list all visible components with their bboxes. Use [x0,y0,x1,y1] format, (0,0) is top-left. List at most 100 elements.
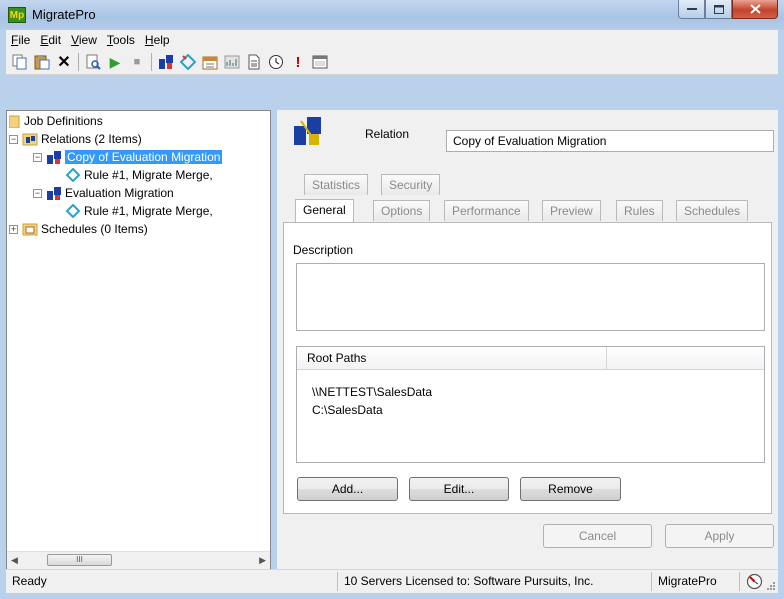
tab-schedules[interactable]: Schedules [676,200,749,221]
cancel-button[interactable]: Cancel [543,524,652,548]
stop-button[interactable]: ■ [128,53,146,71]
report-button[interactable] [223,53,241,71]
root-paths-list[interactable]: Root Paths \\NETTEST\SalesData C:\SalesD… [296,346,765,463]
root-paths-header: Root Paths [297,347,764,370]
status-text: Ready [12,574,47,588]
minimize-icon [686,8,697,10]
alert-icon: ! [295,53,301,71]
run-button[interactable]: ▶ [106,53,124,71]
collapse-toggle[interactable]: − [33,188,42,198]
root-paths-column-header[interactable]: Root Paths [297,347,607,369]
tree-node-job-definitions[interactable]: Job Definitions [9,113,103,129]
new-rule-button[interactable] [179,53,197,71]
resize-grip-icon[interactable] [766,581,776,591]
migratepro-app-icon[interactable]: Mp [8,7,26,23]
tree-node-rule[interactable]: Rule #1, Migrate Merge, [65,203,213,219]
status-bar: Ready 10 Servers Licensed to: Software P… [6,569,778,593]
document-button[interactable] [245,53,263,71]
menu-help[interactable]: Help [140,33,175,47]
collapse-toggle[interactable]: − [33,152,42,162]
paste-button[interactable] [33,53,51,71]
delete-icon: ✕ [57,54,71,71]
tree-node-relations[interactable]: − Relations (2 Items) [9,131,142,147]
edit-root-path-button[interactable]: Edit... [409,477,509,501]
run-icon: ▶ [109,53,121,70]
list-item[interactable]: C:\SalesData [312,403,383,417]
copy-icon [12,54,27,70]
tree-node-label-selected: Copy of Evaluation Migration [65,150,223,164]
description-label: Description [293,243,354,257]
preview-button[interactable] [84,53,102,71]
tab-performance[interactable]: Performance [444,200,529,221]
scroll-right-arrow-icon[interactable]: ▶ [259,555,266,566]
relation-icon [47,151,61,164]
toolbar: ✕ ▶ ■ ! [6,50,778,75]
delete-button[interactable]: ✕ [55,53,73,71]
menu-view[interactable]: View [66,33,102,47]
scroll-left-arrow-icon[interactable]: ◀ [11,555,18,566]
scroll-thumb[interactable]: III [47,554,112,566]
expand-toggle[interactable]: + [9,224,18,234]
tree-node-copy-of-evaluation-migration[interactable]: − Copy of Evaluation Migration [33,149,223,165]
menu-edit[interactable]: Edit [35,33,66,47]
title-bar[interactable]: Mp MigratePro [0,0,784,30]
menu-tools[interactable]: Tools [102,33,140,47]
apply-button[interactable]: Apply [665,524,774,548]
rule-icon [180,54,196,70]
tree-node-label: Relations (2 Items) [41,132,142,146]
new-relation-button[interactable] [157,53,175,71]
schedules-folder-icon [22,223,38,236]
stop-icon: ■ [133,56,141,68]
new-schedule-button[interactable] [201,53,219,71]
history-button[interactable] [267,53,285,71]
tree-node-label: Rule #1, Migrate Merge, [84,168,213,182]
alert-button[interactable]: ! [289,53,307,71]
tab-statistics[interactable]: Statistics [304,174,369,195]
menu-view-label: iew [78,33,97,47]
caption-buttons [678,0,778,20]
remove-root-path-button[interactable]: Remove [520,477,621,501]
status-divider [739,572,740,591]
toolbar-separator [78,53,79,71]
menu-edit-label: dit [48,33,62,47]
close-button[interactable] [732,0,778,19]
license-text: 10 Servers Licensed to: Software Pursuit… [344,574,594,588]
menu-bar: File Edit View Tools Help [6,30,778,50]
rule-icon [65,204,81,218]
relation-label: Relation [365,127,410,141]
tree-node-label: Schedules (0 Items) [41,222,148,236]
tab-preview[interactable]: Preview [542,200,601,221]
menu-help-accel: H [144,33,154,47]
minimize-button[interactable] [678,0,705,19]
maximize-button[interactable] [705,0,732,19]
job-definitions-tree[interactable]: Job Definitions − Relations (2 Items) − … [6,110,271,570]
collapse-toggle[interactable]: − [9,134,18,144]
tab-rules[interactable]: Rules [616,200,663,221]
schedule-icon [202,56,218,70]
tree-node-rule[interactable]: Rule #1, Migrate Merge, [65,167,213,183]
tab-security[interactable]: Security [381,174,441,195]
tree-horizontal-scrollbar[interactable]: ◀ III ▶ [7,551,270,569]
tree-node-label: Job Definitions [24,114,103,128]
window-button[interactable] [311,53,329,71]
tree-node-schedules[interactable]: + Schedules (0 Items) [9,221,148,237]
description-field[interactable] [296,263,765,331]
relation-name-field[interactable]: Copy of Evaluation Migration [446,130,774,152]
tab-options[interactable]: Options [373,200,431,221]
list-item[interactable]: \\NETTEST\SalesData [312,385,432,399]
tab-general[interactable]: General [295,199,354,222]
menu-tools-label: ools [112,33,135,47]
clock-icon [269,55,283,69]
preview-icon [86,54,101,70]
menu-file-label: ile [18,33,31,47]
tree-node-label: Evaluation Migration [65,186,174,200]
tree-node-label: Rule #1, Migrate Merge, [84,204,213,218]
add-root-path-button[interactable]: Add... [297,477,398,501]
menu-view-accel: V [71,33,79,47]
window-title: MigratePro [32,7,96,22]
copy-button[interactable] [11,53,29,71]
tree-node-evaluation-migration[interactable]: − Evaluation Migration [33,185,174,201]
menu-file[interactable]: File [6,33,35,47]
window-icon [312,55,328,69]
server-status-icon[interactable] [746,573,763,590]
